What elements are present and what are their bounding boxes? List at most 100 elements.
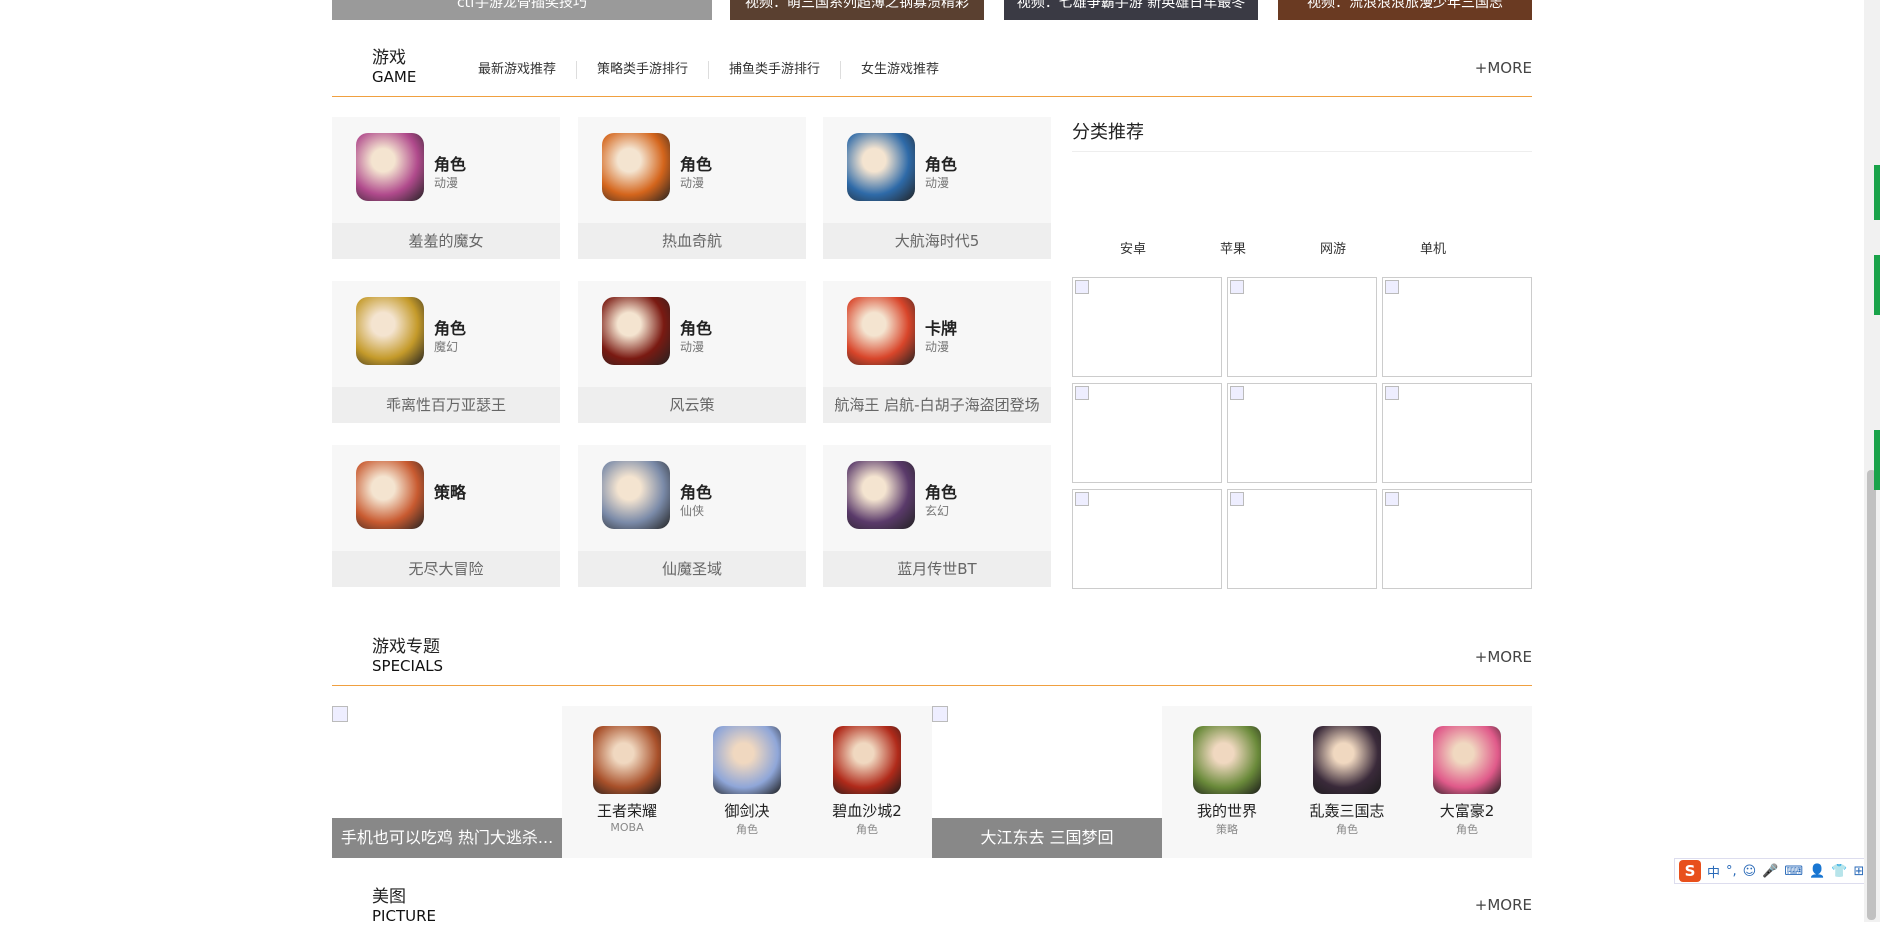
game-category: 策略 (434, 483, 467, 502)
game-card[interactable]: 角色 仙侠 仙魔圣域 (578, 445, 806, 587)
game-name[interactable]: 乱轰三国志 (1287, 800, 1407, 821)
category-thumb[interactable] (1072, 277, 1222, 377)
game-card[interactable]: 角色 魔幻 乖离性百万亚瑟王 (332, 281, 560, 423)
special-game-item[interactable]: 大富豪2 角色 (1407, 726, 1527, 837)
category-thumb[interactable] (1382, 383, 1532, 483)
ime-mic-icon[interactable]: 🎤 (1762, 864, 1778, 879)
game-icon[interactable] (847, 297, 915, 365)
picture-section-title: 美图 PICTURE (372, 888, 436, 926)
game-name[interactable]: 大航海时代5 (823, 223, 1051, 259)
special-game-item[interactable]: 我的世界 策略 (1167, 726, 1287, 837)
game-name[interactable]: 风云策 (578, 387, 806, 423)
game-icon[interactable] (847, 133, 915, 201)
game-card[interactable]: 角色 动漫 羞羞的魔女 (332, 117, 560, 259)
game-category: 角色 (434, 155, 467, 174)
game-icon[interactable] (356, 297, 424, 365)
game-name[interactable]: 御剑决 (687, 800, 807, 821)
tab-online[interactable]: 网游 (1320, 238, 1420, 257)
category-thumb[interactable] (1227, 489, 1377, 589)
game-name[interactable]: 王者荣耀 (567, 800, 687, 821)
game-name[interactable]: 航海王 启航-白胡子海盗团登场 (823, 387, 1051, 423)
game-icon[interactable] (593, 726, 661, 794)
game-category: 角色 (680, 319, 713, 338)
game-more-link[interactable]: +MORE (1475, 59, 1532, 77)
game-subcategory: 动漫 (680, 340, 705, 354)
specials-more-link[interactable]: +MORE (1475, 648, 1532, 666)
top-banner-item[interactable]: 视频：流浪浪浪旅漫少年三国志 (1278, 0, 1532, 20)
ime-user-icon[interactable]: 👤 (1809, 864, 1825, 879)
tab-newest[interactable]: 最新游戏推荐 (478, 61, 576, 79)
ime-menu-icon[interactable]: ⊞ (1854, 864, 1865, 879)
game-name[interactable]: 热血奇航 (578, 223, 806, 259)
tab-girl-games[interactable]: 女生游戏推荐 (840, 61, 959, 79)
category-thumb[interactable] (1072, 383, 1222, 483)
category-thumb[interactable] (1382, 489, 1532, 589)
category-thumb[interactable] (1227, 383, 1377, 483)
page-scrollbar[interactable] (1864, 0, 1880, 922)
top-banner-item[interactable]: 视频：萌三国系列超薄之钢寡溃精彩 (730, 0, 984, 20)
game-icon[interactable] (356, 133, 424, 201)
game-icon[interactable] (602, 133, 670, 201)
specials-section-header: 游戏专题 SPECIALS +MORE (332, 636, 1532, 686)
section-title-en: GAME (372, 68, 417, 86)
special-caption: 大江东去 三国梦回 (932, 818, 1162, 858)
game-icon[interactable] (713, 726, 781, 794)
game-icon[interactable] (1193, 726, 1261, 794)
scrollbar-thumb[interactable] (1867, 470, 1876, 920)
ime-skin-icon[interactable]: 👕 (1831, 864, 1847, 879)
top-banner-item[interactable]: ctf手游龙骨插奖技巧 (332, 0, 712, 20)
game-icon[interactable] (1433, 726, 1501, 794)
game-card[interactable]: 角色 动漫 大航海时代5 (823, 117, 1051, 259)
tab-apple[interactable]: 苹果 (1220, 238, 1320, 257)
tab-fishing-rank[interactable]: 捕鱼类手游排行 (708, 61, 840, 79)
special-game-item[interactable]: 王者荣耀 MOBA (567, 726, 687, 834)
ime-emoji-icon[interactable]: ☺ (1743, 864, 1757, 879)
top-banner-item[interactable]: 视频：七雄争霸手游 新英雄日车最冬 (1004, 0, 1258, 20)
category-thumb[interactable] (1382, 277, 1532, 377)
special-banner-left[interactable]: 手机也可以吃鸡 热门大逃杀... (332, 706, 562, 858)
game-name[interactable]: 无尽大冒险 (332, 551, 560, 587)
game-card[interactable]: 角色玄幻蓝月传世BT (823, 445, 1051, 587)
game-category: 角色 (925, 155, 958, 174)
special-banner-right[interactable]: 大江东去 三国梦回 (932, 706, 1162, 858)
game-icon[interactable] (1313, 726, 1381, 794)
ime-toolbar: S 中 °, ☺ 🎤 ⌨ 👤 👕 ⊞ (1674, 858, 1880, 884)
special-game-item[interactable]: 碧血沙城2 角色 (807, 726, 927, 837)
ime-punct-icon[interactable]: °, (1726, 864, 1737, 879)
game-icon[interactable] (356, 461, 424, 529)
game-category: 角色 (925, 483, 958, 502)
game-card[interactable]: 角色 动漫 热血奇航 (578, 117, 806, 259)
category-thumb[interactable] (1072, 489, 1222, 589)
tab-single[interactable]: 单机 (1420, 238, 1520, 257)
game-icon[interactable] (847, 461, 915, 529)
game-name[interactable]: 乖离性百万亚瑟王 (332, 387, 560, 423)
ime-lang-toggle[interactable]: 中 (1707, 862, 1720, 881)
special-game-item[interactable]: 乱轰三国志 角色 (1287, 726, 1407, 837)
scroll-marker (1874, 255, 1880, 315)
game-icon[interactable] (833, 726, 901, 794)
game-card[interactable]: 策略无尽大冒险 (332, 445, 560, 587)
ime-keyboard-icon[interactable]: ⌨ (1784, 864, 1803, 879)
picture-more-link[interactable]: +MORE (1475, 896, 1532, 914)
game-name[interactable]: 仙魔圣域 (578, 551, 806, 587)
game-name[interactable]: 大富豪2 (1407, 800, 1527, 821)
top-banner-text: 视频：七雄争霸手游 新英雄日车最冬 (1016, 0, 1246, 11)
scroll-marker (1874, 165, 1880, 220)
game-name[interactable]: 蓝月传世BT (823, 551, 1051, 587)
game-subcategory: 仙侠 (680, 504, 705, 518)
game-category: MOBA (610, 821, 644, 834)
game-name[interactable]: 羞羞的魔女 (332, 223, 560, 259)
game-icon[interactable] (602, 297, 670, 365)
game-card[interactable]: 卡牌 动漫 航海王 启航-白胡子海盗团登场 (823, 281, 1051, 423)
game-card[interactable]: 角色动漫风云策 (578, 281, 806, 423)
tab-strategy-rank[interactable]: 策略类手游排行 (576, 61, 708, 79)
game-icon[interactable] (602, 461, 670, 529)
category-thumb[interactable] (1227, 277, 1377, 377)
section-title-cn: 美图 (372, 887, 406, 907)
game-name[interactable]: 碧血沙城2 (807, 800, 927, 821)
special-game-item[interactable]: 御剑决 角色 (687, 726, 807, 837)
game-subcategory: 玄幻 (925, 504, 950, 518)
ime-logo-icon[interactable]: S (1679, 860, 1701, 882)
game-name[interactable]: 我的世界 (1167, 800, 1287, 821)
tab-android[interactable]: 安卓 (1120, 238, 1220, 257)
